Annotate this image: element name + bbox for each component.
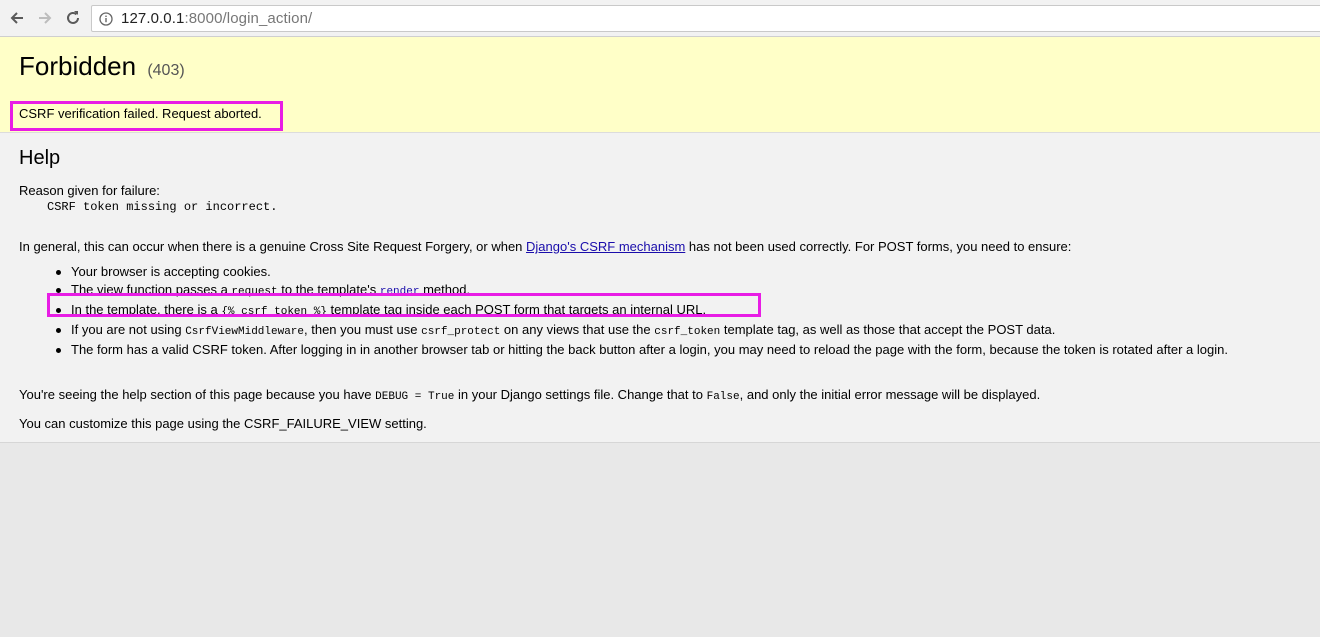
b1-text: Your browser is accepting cookies.: [71, 264, 271, 279]
general-text: In general, this can occur when there is…: [19, 239, 1071, 254]
list-item: Your browser is accepting cookies.: [56, 263, 1291, 281]
b4-text-b: , then you must use: [304, 322, 422, 337]
url-text: 127.0.0.1:8000/login_action/: [121, 10, 312, 27]
general-before: In general, this can occur when there is…: [19, 239, 527, 254]
general-after: has not been used correctly. For POST fo…: [685, 239, 1072, 254]
b4-text-c: on any views that use the: [500, 322, 655, 337]
b5-text: The form has a valid CSRF token. After l…: [71, 342, 1228, 357]
reason-label: Reason given for failure:: [19, 183, 160, 198]
csrf-mechanism-link[interactable]: Django's CSRF mechanism: [526, 239, 685, 254]
summary-section: Forbidden (403) CSRF verification failed…: [0, 37, 1320, 133]
page-title: Forbidden (403): [19, 51, 185, 82]
b4-code2: csrf_protect: [421, 326, 501, 338]
b4-code1: CsrfViewMiddleware: [185, 326, 305, 338]
highlight-box: [47, 293, 761, 317]
url-host: 127.0.0.1: [121, 10, 185, 27]
customize-text: You can customize this page using the CS…: [19, 416, 427, 431]
b4-text-a: If you are not using: [71, 322, 186, 337]
title-text: Forbidden: [19, 51, 137, 81]
forward-icon[interactable]: [35, 8, 55, 28]
url-path: :8000/login_action/: [184, 10, 313, 27]
debug-c: , and only the initial error message wil…: [739, 387, 1041, 402]
reason-code: CSRF token missing or incorrect.: [47, 200, 278, 214]
status-code: (403): [147, 62, 185, 79]
reload-icon[interactable]: [63, 8, 83, 28]
debug-code2: False: [706, 391, 740, 403]
debug-text: You're seeing the help section of this p…: [19, 387, 1040, 403]
info-icon[interactable]: [99, 11, 113, 26]
address-bar[interactable]: 127.0.0.1:8000/login_action/: [91, 5, 1320, 32]
back-icon[interactable]: [7, 8, 27, 28]
help-section: Help Reason given for failure: CSRF toke…: [0, 133, 1320, 443]
highlight-box: [10, 101, 283, 131]
b4-code3: csrf_token: [654, 326, 721, 338]
debug-code1: DEBUG = True: [375, 391, 455, 403]
browser-toolbar: 127.0.0.1:8000/login_action/: [0, 0, 1320, 37]
debug-a: You're seeing the help section of this p…: [19, 387, 376, 402]
debug-b: in your Django settings file. Change tha…: [454, 387, 707, 402]
list-item: If you are not using CsrfViewMiddleware,…: [56, 321, 1291, 341]
b4-text-d: template tag, as well as those that acce…: [720, 322, 1056, 337]
help-heading: Help: [19, 147, 61, 169]
list-item: The form has a valid CSRF token. After l…: [56, 341, 1291, 359]
